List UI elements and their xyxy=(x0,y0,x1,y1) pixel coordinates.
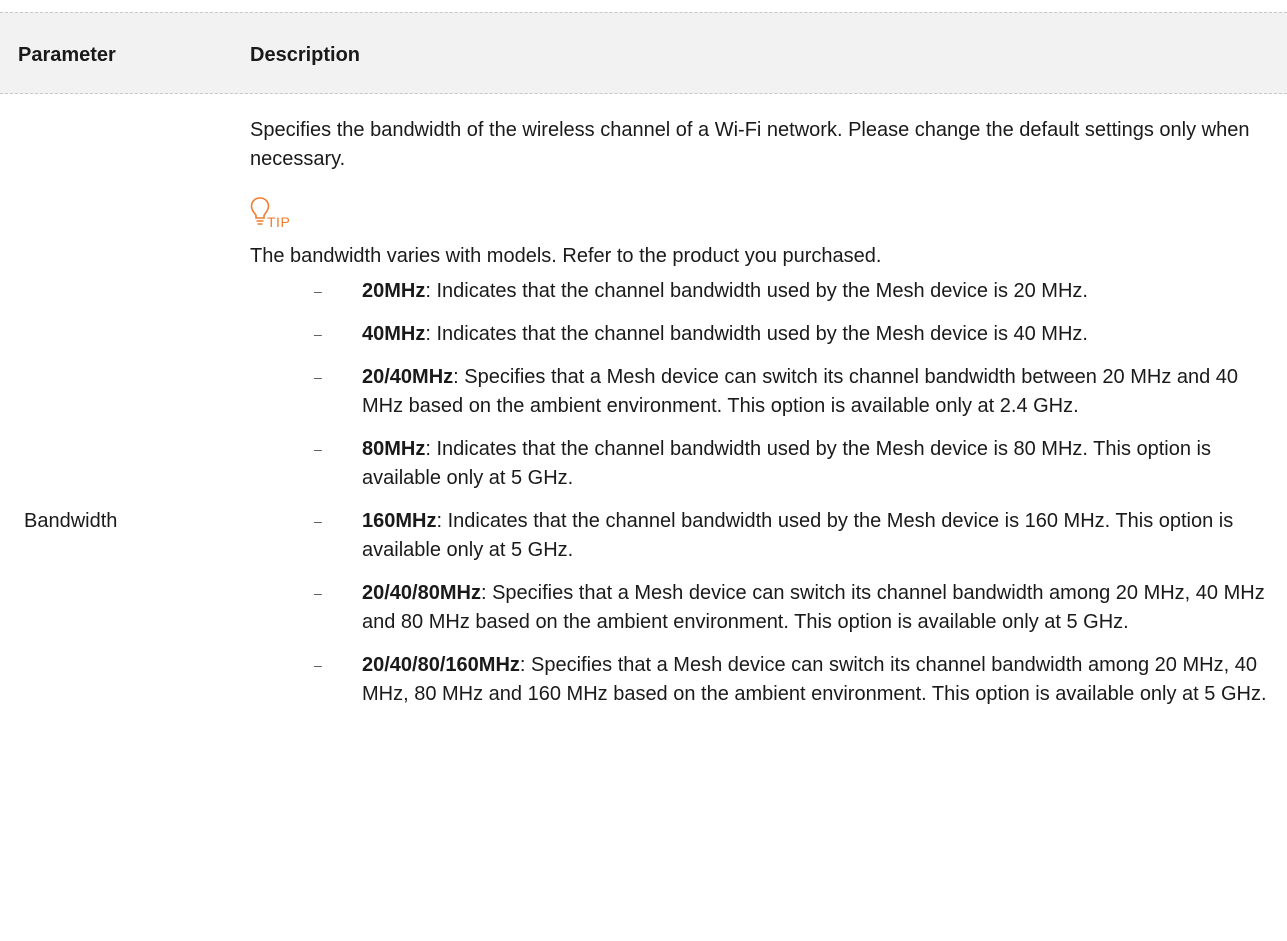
tip-label: TIP xyxy=(267,214,291,230)
bullet-dash: – xyxy=(314,513,322,529)
bullet-dash: – xyxy=(314,369,322,385)
description-cell: Specifies the bandwidth of the wireless … xyxy=(250,116,1270,723)
bandwidth-options-list: –20MHz: Indicates that the channel bandw… xyxy=(250,277,1270,709)
option-term: 20/40/80MHz xyxy=(362,582,481,604)
list-item: – 20MHz: Indicates that the channel bandw… xyxy=(250,277,1270,306)
option-text: : Indicates that the channel bandwidth u… xyxy=(362,438,1211,489)
option-text: : Specifies that a Mesh device can switc… xyxy=(362,582,1265,633)
tip-callout: TIP xyxy=(250,196,1270,230)
option-text: : Indicates that the channel bandwidth u… xyxy=(425,280,1088,302)
option-term: 20MHz xyxy=(362,280,426,302)
header-description: Description xyxy=(250,44,361,66)
parameter-cell: Bandwidth xyxy=(24,510,118,532)
option-text: : Indicates that the channel bandwidth u… xyxy=(425,323,1088,345)
bullet-dash: – xyxy=(314,657,322,673)
list-item: – 20/40MHz: Specifies that a Mesh device … xyxy=(250,363,1270,421)
bullet-dash: – xyxy=(314,585,322,601)
header-parameter: Parameter xyxy=(18,44,116,66)
list-item: – 80MHz: Indicates that the channel bandw… xyxy=(250,435,1270,493)
list-item: – 160MHz: Indicates that the channel band… xyxy=(250,507,1270,565)
option-text: : Indicates that the channel bandwidth u… xyxy=(362,510,1234,561)
list-item: – 20/40/80MHz: Specifies that a Mesh devi… xyxy=(250,579,1270,637)
bullet-dash: – xyxy=(314,326,322,342)
option-term: 20/40/80/160MHz xyxy=(362,654,520,676)
option-term: 40MHz xyxy=(362,323,426,345)
bullet-dash: – xyxy=(314,283,322,299)
description-intro: Specifies the bandwidth of the wireless … xyxy=(250,119,1250,170)
list-item: – 40MHz: Indicates that the channel bandw… xyxy=(250,320,1270,349)
list-item: –20/40/80/160MHz: Specifies that a Mesh … xyxy=(250,651,1270,709)
bullet-dash: – xyxy=(314,441,322,457)
tip-text: The bandwidth varies with models. Refer … xyxy=(250,245,882,267)
option-term: 160MHz xyxy=(362,510,437,532)
option-text: : Specifies that a Mesh device can switc… xyxy=(362,366,1239,417)
option-term: 80MHz xyxy=(362,438,426,460)
option-term: 20/40MHz xyxy=(362,366,454,388)
table-header: Parameter Description xyxy=(0,12,1287,94)
